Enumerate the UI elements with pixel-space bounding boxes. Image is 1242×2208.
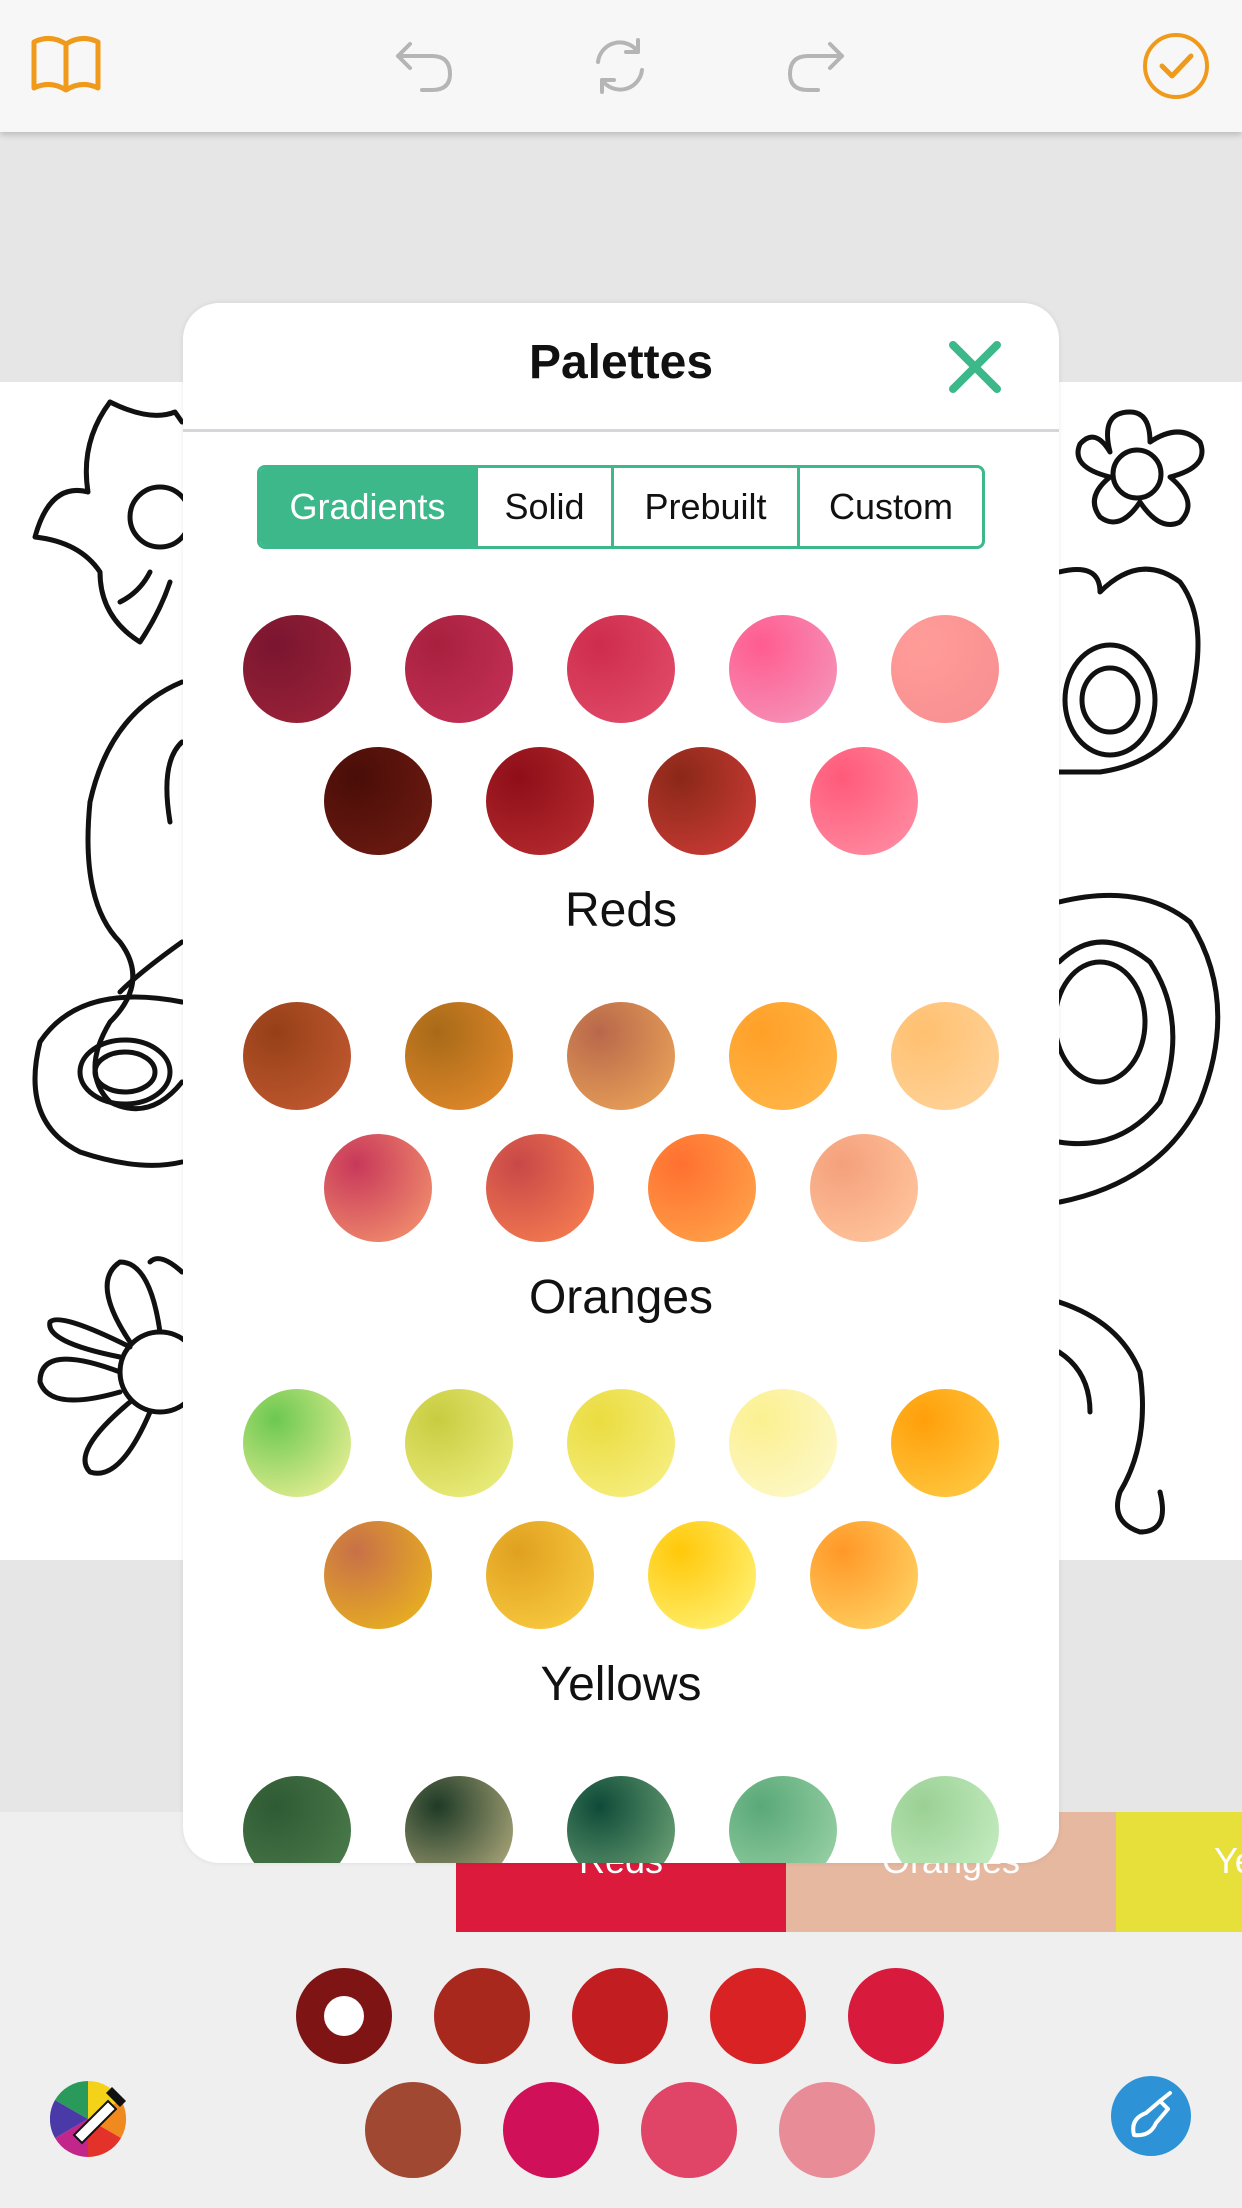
tab-gradients[interactable]: Gradients [260, 468, 478, 546]
gradient-swatch[interactable] [405, 1002, 513, 1110]
gradient-swatch[interactable] [243, 1776, 351, 1863]
gradient-swatch[interactable] [648, 1521, 756, 1629]
top-toolbar [0, 0, 1242, 132]
gradient-swatch[interactable] [405, 615, 513, 723]
palettes-modal: Palettes Gradients Solid Prebuilt Custom… [183, 303, 1059, 1863]
gradient-swatch[interactable] [891, 615, 999, 723]
refresh-icon[interactable] [582, 28, 658, 104]
gradient-swatch[interactable] [243, 615, 351, 723]
gradient-swatch[interactable] [729, 1389, 837, 1497]
gradient-swatch[interactable] [729, 1002, 837, 1110]
gradient-swatch[interactable] [486, 1521, 594, 1629]
gradient-swatch[interactable] [486, 747, 594, 855]
gradient-swatch[interactable] [243, 1389, 351, 1497]
gradient-swatch[interactable] [324, 1521, 432, 1629]
palette-type-segmented-control: Gradients Solid Prebuilt Custom [257, 465, 985, 549]
tab-solid[interactable]: Solid [478, 468, 614, 546]
color-wheel-picker-icon[interactable] [50, 2075, 134, 2159]
gradient-swatch[interactable] [891, 1002, 999, 1110]
gradient-swatch[interactable] [567, 1002, 675, 1110]
tab-custom[interactable]: Custom [800, 468, 982, 546]
color-swatch[interactable] [296, 1968, 392, 2064]
color-swatch[interactable] [572, 1968, 668, 2064]
color-swatch[interactable] [779, 2082, 875, 2178]
book-icon[interactable] [28, 28, 104, 104]
selected-indicator [324, 1996, 364, 2036]
gradient-swatch[interactable] [567, 1389, 675, 1497]
color-swatch[interactable] [503, 2082, 599, 2178]
done-check-icon[interactable] [1138, 28, 1214, 104]
gradient-swatch[interactable] [810, 1134, 918, 1242]
gradient-swatch[interactable] [891, 1389, 999, 1497]
gradient-swatch[interactable] [405, 1776, 513, 1863]
gradient-swatch[interactable] [648, 1134, 756, 1242]
color-swatch[interactable] [848, 1968, 944, 2064]
gradient-swatch[interactable] [810, 1521, 918, 1629]
gradient-swatch[interactable] [405, 1389, 513, 1497]
close-icon[interactable] [947, 339, 1003, 395]
palette-name: Oranges [528, 1271, 714, 1324]
gradient-swatch[interactable] [648, 747, 756, 855]
gradient-swatch[interactable] [567, 615, 675, 723]
color-swatch[interactable] [434, 1968, 530, 2064]
palette-name: Yellows [540, 1658, 702, 1711]
palette-name: Reds [564, 884, 678, 937]
brush-icon[interactable] [1110, 2075, 1192, 2157]
gradient-swatch[interactable] [891, 1776, 999, 1863]
tab-prebuilt[interactable]: Prebuilt [614, 468, 800, 546]
gradient-swatch[interactable] [810, 747, 918, 855]
color-swatch[interactable] [365, 2082, 461, 2178]
modal-title: Palettes [528, 336, 714, 389]
gradient-swatch[interactable] [729, 615, 837, 723]
modal-divider [183, 429, 1059, 432]
gradient-swatch[interactable] [486, 1134, 594, 1242]
gradient-swatch[interactable] [243, 1002, 351, 1110]
redo-icon[interactable] [776, 28, 852, 104]
gradient-swatch[interactable] [729, 1776, 837, 1863]
color-swatch[interactable] [641, 2082, 737, 2178]
color-swatch[interactable] [710, 1968, 806, 2064]
gradient-swatch[interactable] [567, 1776, 675, 1863]
palette-tab-label: Ye [1214, 1840, 1242, 1881]
gradient-swatch[interactable] [324, 1134, 432, 1242]
gradient-swatch[interactable] [324, 747, 432, 855]
undo-icon[interactable] [388, 28, 464, 104]
